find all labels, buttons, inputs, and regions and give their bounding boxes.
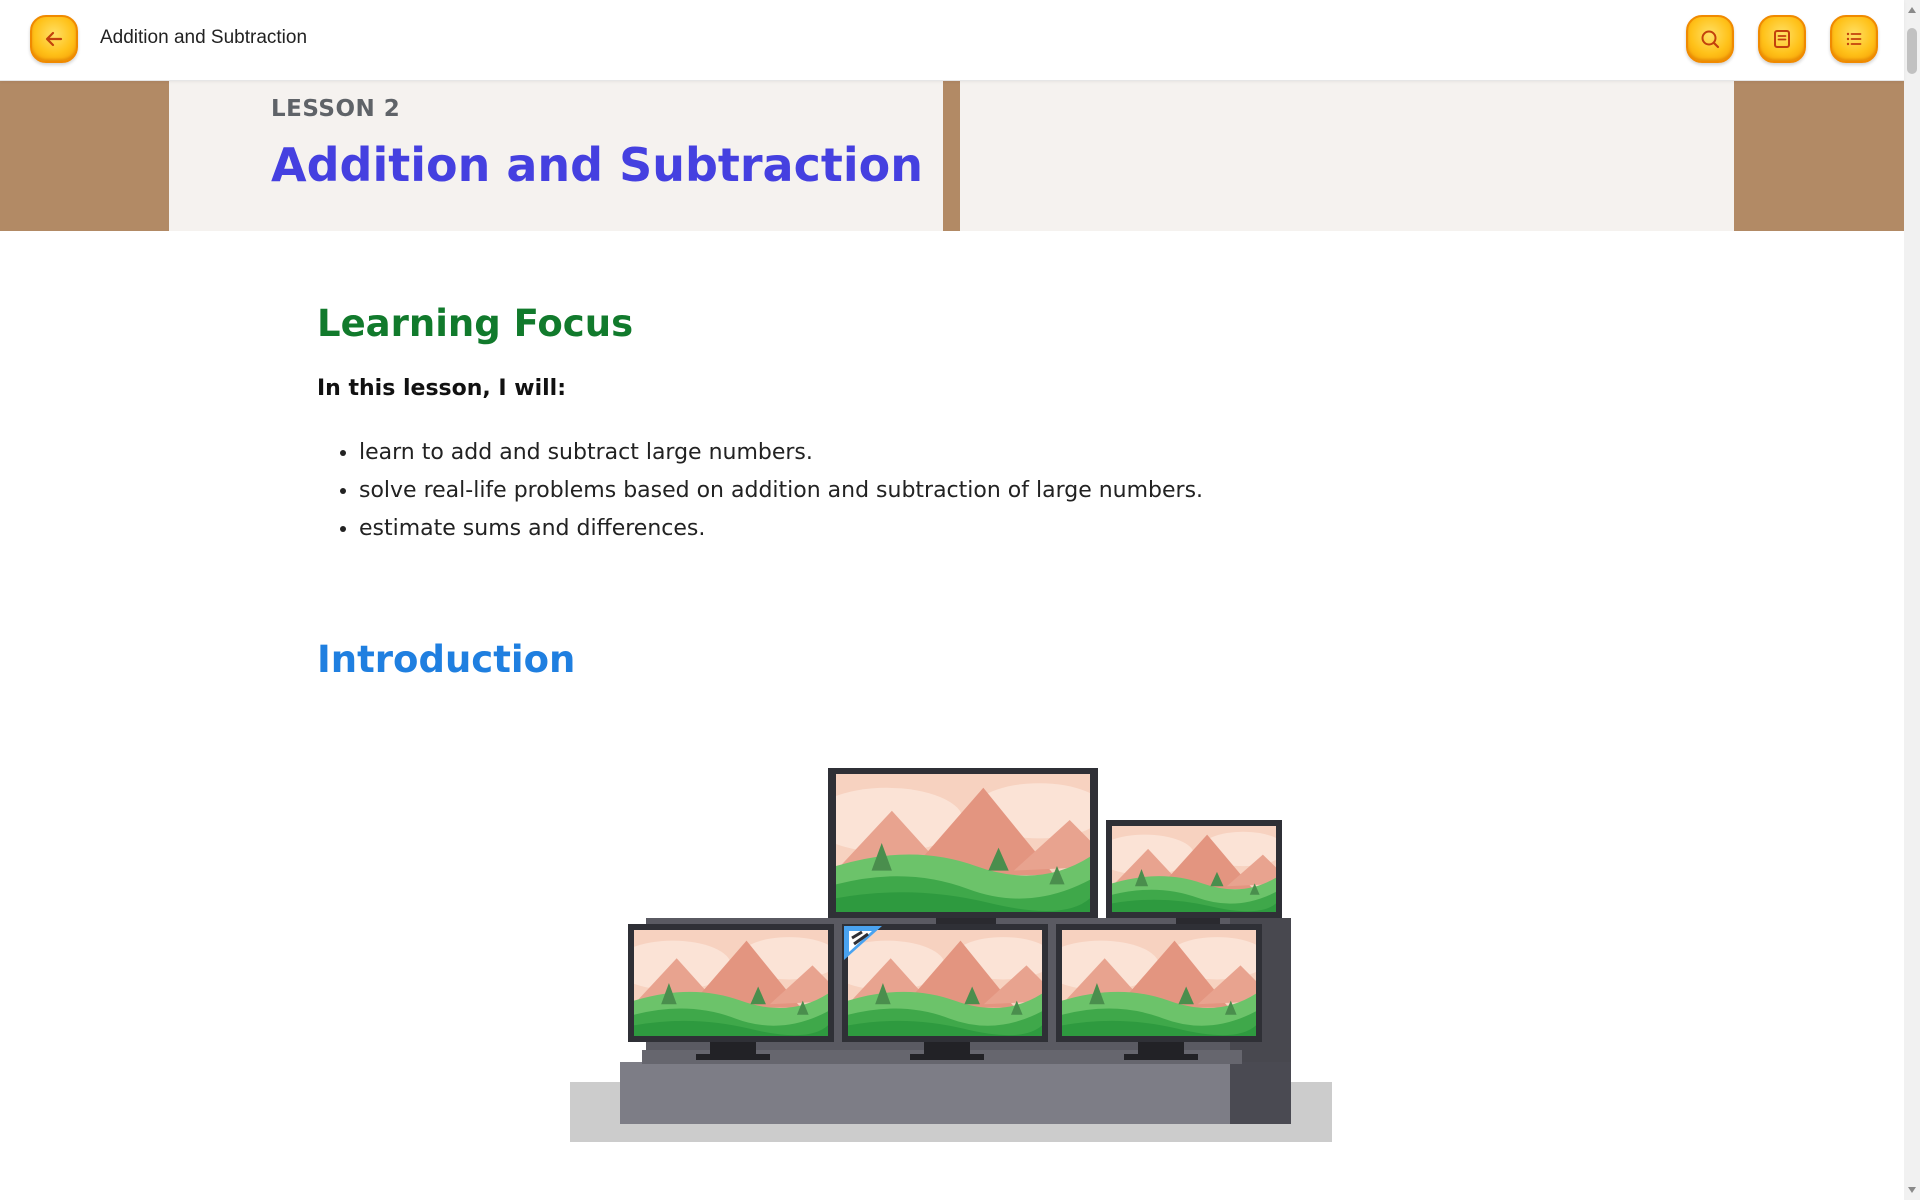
list-item: estimate sums and differences.	[359, 510, 1203, 548]
scrollbar-thumb[interactable]	[1907, 28, 1917, 74]
learning-focus-heading: Learning Focus	[317, 302, 634, 345]
note-icon	[1774, 30, 1790, 48]
back-button[interactable]	[30, 15, 78, 63]
arrow-left-icon	[45, 31, 63, 47]
list-item: learn to add and subtract large numbers.	[359, 434, 1203, 472]
lesson-title: Addition and Subtraction	[271, 138, 923, 192]
televisions-illustration	[570, 764, 1332, 1142]
scroll-down-icon[interactable]	[1908, 1187, 1916, 1193]
introduction-heading: Introduction	[317, 638, 576, 681]
list-item: solve real-life problems based on additi…	[359, 472, 1203, 510]
topbar-title: Addition and Subtraction	[100, 27, 308, 48]
list-icon	[1846, 32, 1862, 46]
search-icon	[1701, 30, 1720, 49]
page-scrollbar[interactable]	[1904, 0, 1920, 1200]
lesson-number: LESSON 2	[271, 96, 401, 122]
menu-button[interactable]	[1830, 15, 1878, 63]
search-button[interactable]	[1686, 15, 1734, 63]
learning-goals-list: learn to add and subtract large numbers.…	[317, 434, 1203, 548]
top-bar: Addition and Subtraction	[0, 0, 1904, 81]
banner-panel-right	[960, 81, 1734, 231]
notes-button[interactable]	[1758, 15, 1806, 63]
learning-focus-lead: In this lesson, I will:	[317, 376, 567, 401]
scroll-up-icon[interactable]	[1908, 7, 1916, 13]
